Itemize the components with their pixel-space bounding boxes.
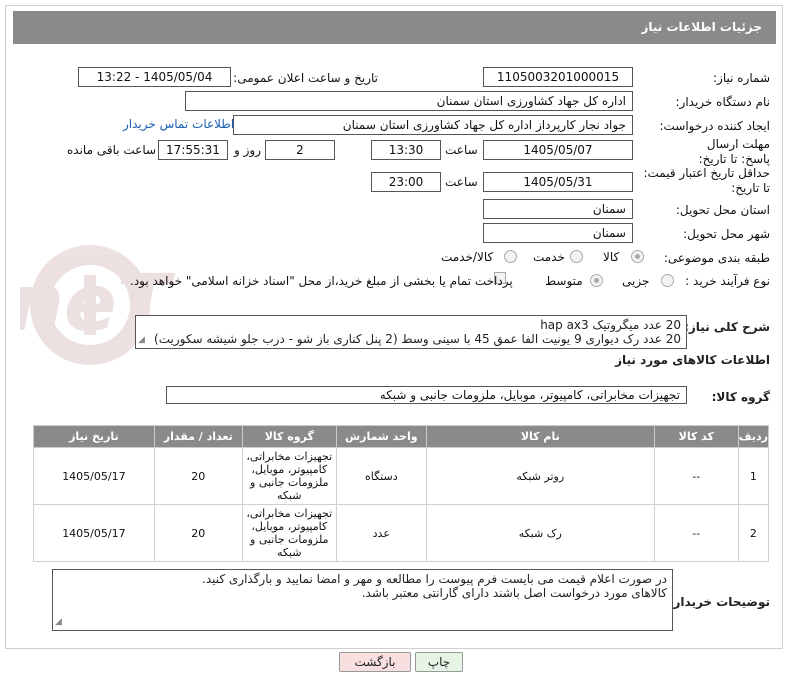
table-header-row: ردیف کد کالا نام کالا واحد شمارش گروه کا… [33, 425, 770, 448]
cell-need-date: 1405/05/17 [33, 447, 155, 505]
goods-group-field: تجهیزات مخابراتی، کامپیوتر، موبایل، ملزو… [166, 386, 687, 404]
price-validity-label: حداقل تاریخ اعتبار قیمت: تا تاریخ: [643, 166, 770, 195]
process-radio-medium[interactable] [590, 274, 603, 287]
buyer-notes-line-1: در صورت اعلام قیمت می بایست فرم پیوست را… [202, 572, 667, 586]
price-validity-time-field: 23:00 [371, 172, 441, 192]
window-title: جزئیات اطلاعات نیاز [13, 11, 776, 44]
remaining-time-field: 17:55:31 [158, 140, 228, 160]
days-label: روز و [234, 143, 261, 157]
category-radio-goods-service[interactable] [504, 250, 517, 263]
process-label: نوع فرآیند خرید : [685, 274, 770, 288]
buyer-contact-link[interactable]: اطلاعات تماس خریدار [123, 117, 234, 131]
back-button[interactable]: بازگشت [339, 652, 411, 672]
cell-row-number: 1 [737, 447, 770, 505]
print-button[interactable]: چاپ [415, 652, 463, 672]
remaining-label: ساعت باقی مانده [67, 143, 157, 157]
resize-handle-icon[interactable]: ◢ [138, 333, 145, 347]
category-radio-goods[interactable] [631, 250, 644, 263]
announce-field: 1405/05/04 - 13:22 [78, 67, 231, 87]
cell-group: تجهیزات مخابراتی، کامپیوتر، موبایل، ملزو… [241, 504, 337, 562]
process-radio-minor[interactable] [661, 274, 674, 287]
table-row: 2 -- رک شبکه عدد تجهیزات مخابراتی، کامپی… [33, 504, 770, 562]
price-validity-time-label: ساعت [445, 175, 478, 189]
cell-quantity: 20 [153, 447, 243, 505]
col-header-need-date: تاریخ نیاز [33, 425, 155, 448]
buyer-notes-label: توضیحات خریدار: [668, 595, 770, 609]
description-line-1: 20 عدد میگروتیک hap ax3 [540, 318, 681, 332]
cell-unit: عدد [335, 504, 427, 562]
table-row: 1 -- روتر شبکه دستگاه تجهیزات مخابراتی، … [33, 447, 770, 505]
deadline-label: مهلت ارسال پاسخ: تا تاریخ: [698, 137, 770, 166]
deadline-date-field: 1405/05/07 [483, 140, 633, 160]
category-radio-service[interactable] [570, 250, 583, 263]
creator-label: ایجاد کننده درخواست: [659, 119, 770, 133]
category-option-service: خدمت [533, 250, 565, 264]
process-option-medium: متوسط [545, 274, 583, 288]
goods-group-label: گروه کالا: [711, 390, 770, 404]
col-header-unit: واحد شمارش [335, 425, 427, 448]
resize-handle-icon[interactable]: ◢ [55, 615, 62, 629]
buyer-org-field: اداره کل جهاد کشاورزی استان سمنان [185, 91, 633, 111]
need-number-field: 1105003201000015 [483, 67, 633, 87]
col-header-code: کد کالا [653, 425, 739, 448]
description-label: شرح کلی نیاز: [684, 320, 770, 334]
cell-row-number: 2 [737, 504, 770, 562]
description-line-2: 20 عدد رک دیواری 9 یونیت الفا عمق 45 با … [154, 332, 681, 346]
cell-code: -- [653, 504, 739, 562]
province-label: استان محل تحویل: [675, 203, 770, 217]
cell-code: -- [653, 447, 739, 505]
announce-label: تاریخ و ساعت اعلان عمومی: [233, 71, 378, 85]
need-number-label: شماره نیاز: [713, 71, 770, 85]
col-header-name: نام کالا [425, 425, 655, 448]
treasury-payment-note: پرداخت تمام یا بخشی از مبلغ خرید،از محل … [130, 274, 513, 288]
description-textarea[interactable]: 20 عدد میگروتیک hap ax3 20 عدد رک دیواری… [135, 315, 687, 349]
category-label: طبقه بندی موضوعی: [663, 251, 770, 265]
deadline-time-field: 13:30 [371, 140, 441, 160]
buyer-notes-line-2: کالاهای مورد درخواست اصل باشند دارای گار… [361, 586, 667, 600]
process-option-minor: جزیی [622, 274, 650, 288]
cell-quantity: 20 [153, 504, 243, 562]
city-label: شهر محل تحویل: [683, 227, 770, 241]
cell-name: رک شبکه [425, 504, 655, 562]
cell-need-date: 1405/05/17 [33, 504, 155, 562]
deadline-time-label: ساعت [445, 143, 478, 157]
cell-unit: دستگاه [335, 447, 427, 505]
goods-section-title: اطلاعات کالاهای مورد نیاز [615, 353, 770, 367]
price-validity-date-field: 1405/05/31 [483, 172, 633, 192]
col-header-row-number: ردیف [737, 425, 770, 448]
buyer-notes-textarea[interactable]: در صورت اعلام قیمت می بایست فرم پیوست را… [52, 569, 673, 631]
cell-name: روتر شبکه [425, 447, 655, 505]
city-field: سمنان [483, 223, 633, 243]
category-option-goods-service: کالا/خدمت [441, 250, 494, 264]
cell-group: تجهیزات مخابراتی، کامپیوتر، موبایل، ملزو… [241, 447, 337, 505]
days-count-field: 2 [265, 140, 335, 160]
goods-table: ردیف کد کالا نام کالا واحد شمارش گروه کا… [33, 425, 770, 562]
province-field: سمنان [483, 199, 633, 219]
creator-field: جواد نجار کارپرداز اداره کل جهاد کشاورزی… [233, 115, 633, 135]
category-option-goods: کالا [603, 250, 620, 264]
col-header-group: گروه کالا [241, 425, 337, 448]
col-header-quantity: تعداد / مقدار [153, 425, 243, 448]
buyer-org-label: نام دستگاه خریدار: [675, 95, 771, 109]
